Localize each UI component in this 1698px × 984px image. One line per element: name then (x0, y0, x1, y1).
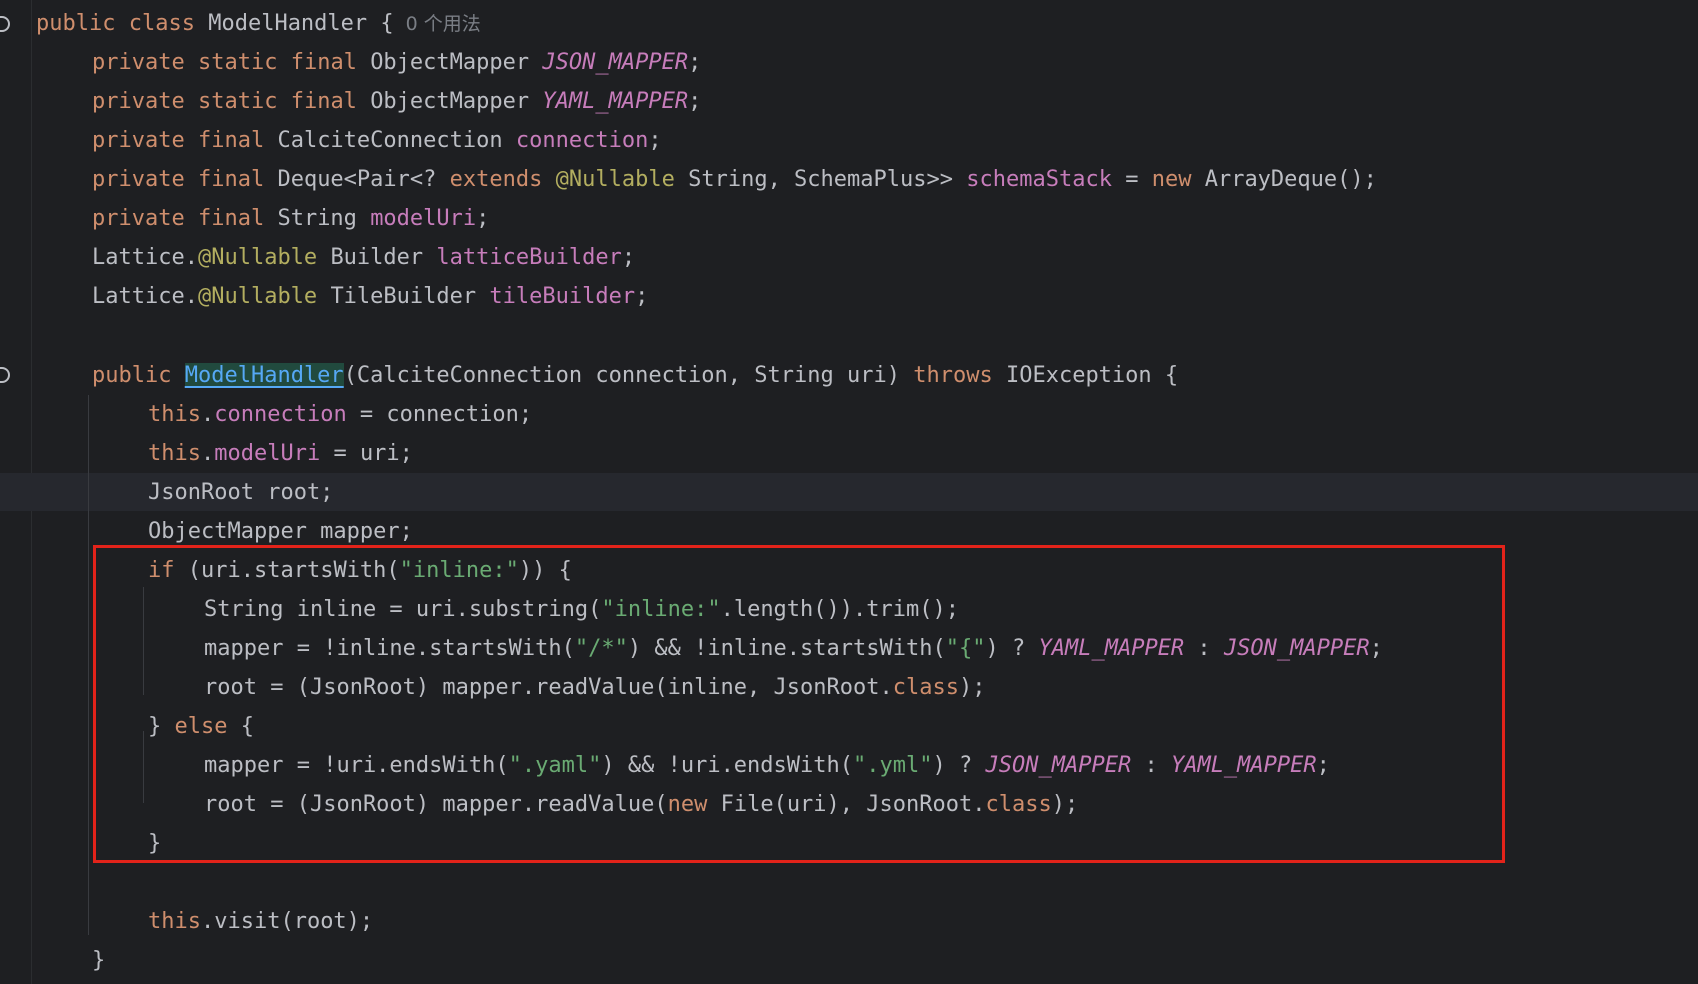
code-editor[interactable]: public class ModelHandler {0 个用法 private… (0, 0, 1698, 984)
code-line-6: private final String modelUri; (92, 206, 490, 231)
override-gutter-icon[interactable] (0, 16, 10, 32)
code-line-s2: this.modelUri = uri; (148, 441, 413, 466)
code-line-7: Lattice.@Nullable Builder latticeBuilder… (92, 245, 636, 270)
usage-hint[interactable]: 0 个用法 (406, 13, 481, 35)
code-line-1: public class ModelHandler {0 个用法 (36, 11, 481, 36)
code-line-4: private final CalciteConnection connecti… (92, 128, 662, 153)
indent-guide (88, 395, 89, 935)
constructor-name[interactable]: ModelHandler (184, 363, 344, 388)
code-line-3: private static final ObjectMapper YAML_M… (92, 89, 702, 114)
code-line-2: private static final ObjectMapper JSON_M… (92, 50, 702, 75)
code-line-s13: this.visit(root); (148, 909, 374, 934)
code-line-s14: } (92, 948, 106, 973)
code-line-8: Lattice.@Nullable TileBuilder tileBuilde… (92, 284, 649, 309)
code-line-s1: this.connection = connection; (148, 402, 533, 427)
constructor-gutter-icon[interactable] (0, 367, 10, 383)
code-line-s3: JsonRoot root; (148, 480, 334, 505)
code-line-5: private final Deque<Pair<? extends @Null… (92, 167, 1377, 192)
code-line-constructor: public ModelHandler(CalciteConnection co… (92, 363, 1179, 388)
red-highlight-box (93, 545, 1505, 863)
